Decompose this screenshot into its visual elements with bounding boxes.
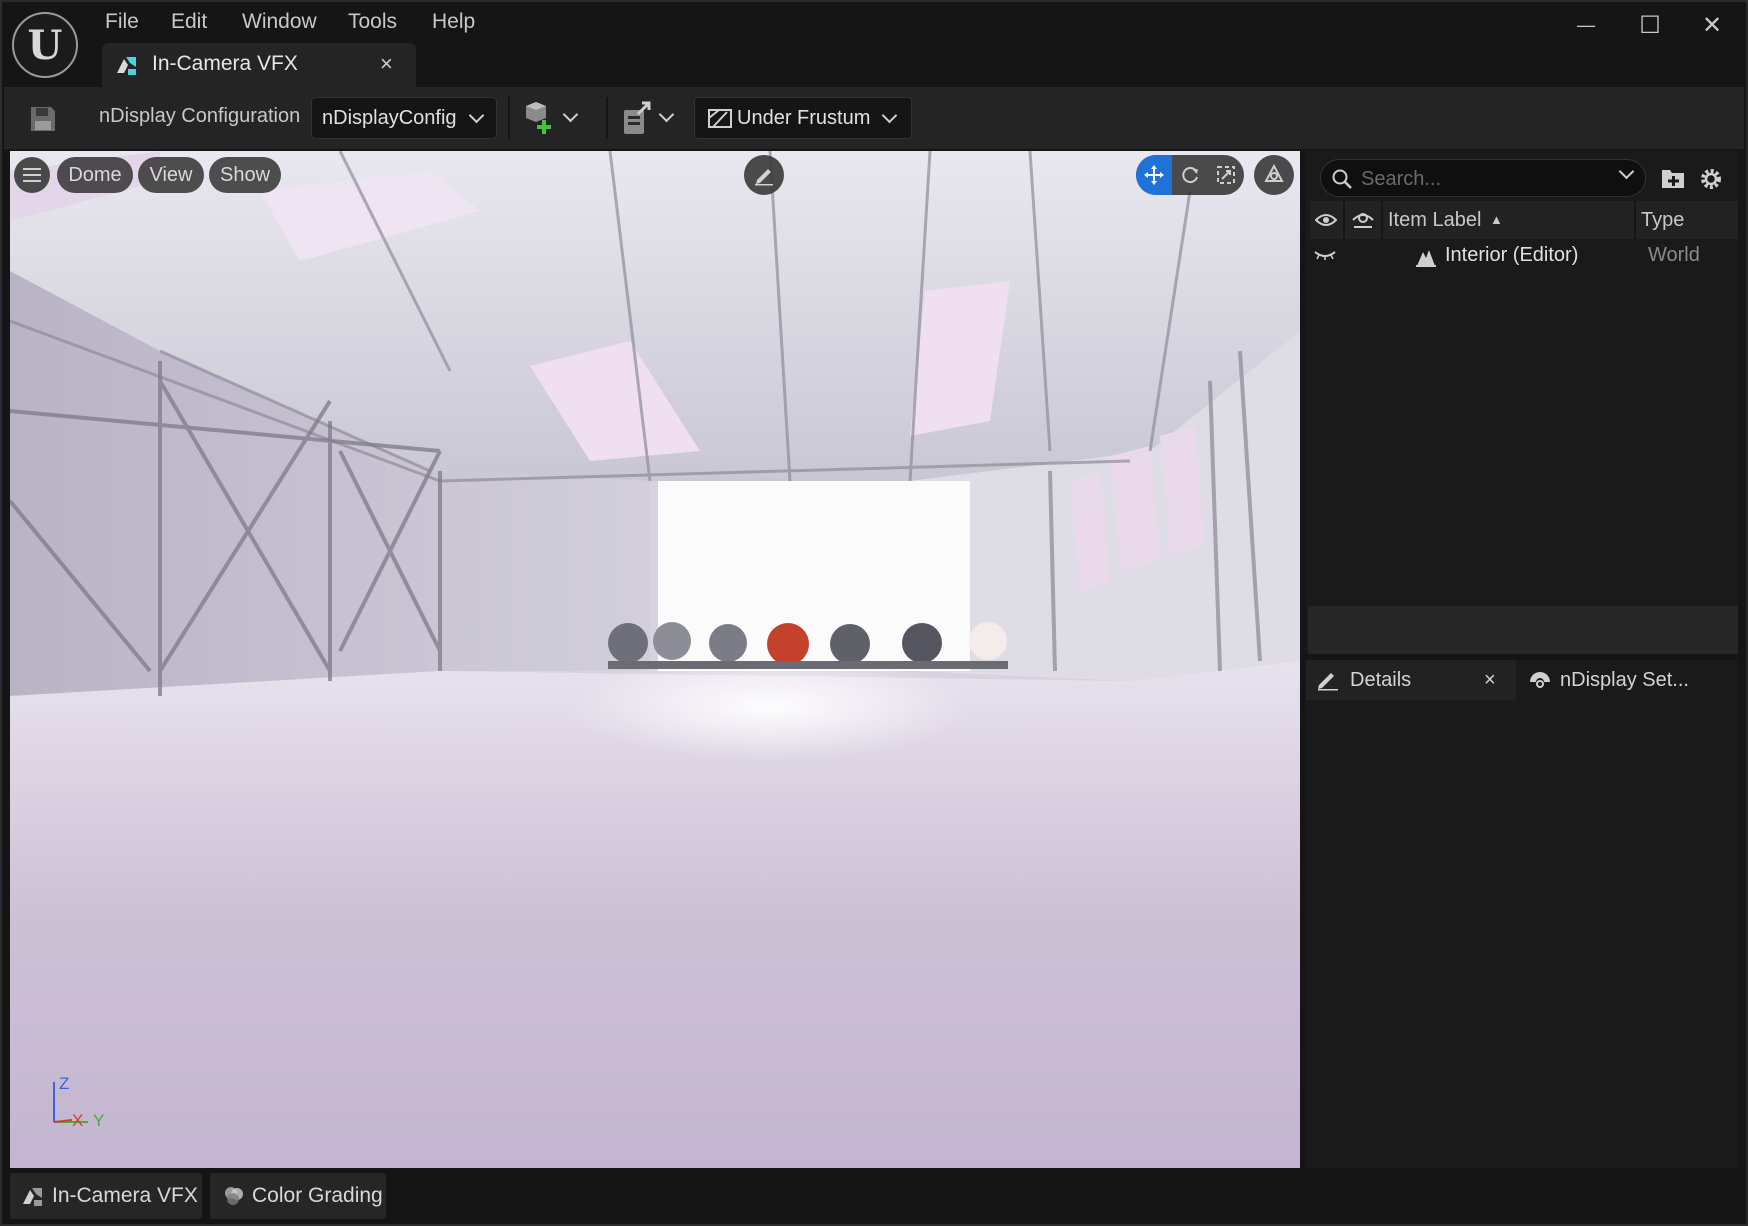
column-item-label[interactable]: Item Label [1388,201,1481,239]
viewport-scene-render [10,151,1300,1168]
hidden-eye-icon[interactable] [1314,250,1336,260]
toolbar-separator [508,97,510,139]
frustum-dropdown-value: Under Frustum [737,106,871,129]
config-dropdown[interactable]: nDisplayConfig [311,97,497,139]
column-type[interactable]: Type [1641,201,1684,239]
config-label: nDisplay Configuration [99,105,301,127]
camera-speed-button[interactable] [1254,155,1294,195]
outliner-status-bar [1308,606,1738,654]
viewport-options-button[interactable] [14,157,50,193]
document-tab-label: In-Camera VFX [152,52,298,75]
close-details-tab[interactable]: × [1484,660,1496,700]
ndisplay-asset-icon [23,1188,42,1206]
chevron-down-icon [468,107,484,123]
outliner-search[interactable] [1320,159,1646,197]
view-frustum-icon [708,109,732,128]
menu-window[interactable]: Window [242,10,317,36]
minimize-icon: — [1577,14,1595,35]
frustum-dropdown[interactable]: Under Frustum [694,97,912,139]
pencil-icon [755,169,773,186]
unreal-logo[interactable]: U [12,12,78,78]
scale-icon [1217,166,1235,184]
chevron-down-icon [658,106,675,123]
ndisplay-settings-icon [1530,672,1550,688]
color-grading-icon [225,1187,243,1205]
bottom-tab-in-camera-vfx[interactable]: In-Camera VFX [10,1173,202,1219]
translate-mode-button[interactable] [1136,155,1172,195]
close-window-button[interactable]: ✕ [1692,10,1732,40]
close-icon: ✕ [1701,11,1723,39]
save-icon[interactable] [28,104,58,134]
axis-y-label: Y [93,1111,105,1130]
scale-mode-button[interactable] [1208,155,1244,195]
transform-mode-group [1136,155,1244,195]
column-divider [1343,201,1345,239]
column-divider [1634,201,1636,239]
details-tab[interactable]: Details [1316,660,1411,700]
axis-x-label: X [72,1111,84,1130]
maximize-icon: ☐ [1639,11,1661,39]
chevron-down-icon [882,107,898,123]
export-icon [624,101,651,134]
chevron-down-icon [562,106,579,123]
details-panel [1306,660,1738,1168]
visibility-eye-icon[interactable] [1315,212,1337,228]
menu-file[interactable]: File [105,10,139,36]
column-divider [1381,201,1383,239]
level-viewport[interactable] [10,151,1300,1168]
bottom-tab-color-grading[interactable]: Color Grading [210,1173,386,1219]
hamburger-icon [23,168,41,182]
settings-gear-icon[interactable] [1698,166,1724,192]
bottom-tab-label: In-Camera VFX [52,1184,198,1207]
maximize-button[interactable]: ☐ [1630,10,1670,40]
add-component-button[interactable] [522,100,588,138]
outliner-row-label: Interior (Editor) [1445,244,1579,266]
menu-edit[interactable]: Edit [171,10,207,36]
move-icon [1144,165,1164,185]
toolbar-separator [606,97,608,139]
export-button[interactable] [620,100,682,138]
world-icon [1416,250,1436,267]
add-actor-icon [526,102,551,134]
search-icon [1332,169,1352,189]
draw-mode-button[interactable] [744,155,784,195]
pin-eye-icon[interactable] [1351,208,1375,230]
chevron-down-icon[interactable] [1618,163,1635,180]
rotate-icon [1182,167,1198,184]
config-dropdown-value: nDisplayConfig [322,106,457,129]
outliner-row-type: World [1648,244,1700,266]
ndisplay-asset-icon [117,57,136,75]
ndisplay-settings-tab[interactable]: nDisplay Set... [1528,660,1689,700]
menu-tools[interactable]: Tools [348,10,397,36]
ndisplay-settings-tab-label: nDisplay Set... [1560,668,1689,691]
add-folder-icon[interactable] [1660,166,1686,190]
viewport-dome-button[interactable]: Dome [57,157,133,193]
details-pencil-icon [1318,673,1338,691]
document-tab[interactable]: In-Camera VFX × [102,43,416,87]
search-input[interactable] [1359,166,1603,192]
sort-ascending-icon: ▲ [1490,212,1503,227]
viewport-view-button[interactable]: View [138,157,204,193]
close-tab-icon[interactable]: × [380,51,393,77]
details-tab-label: Details [1350,668,1412,691]
axis-z-label: Z [59,1074,70,1093]
bottom-tab-label: Color Grading [252,1184,383,1207]
rotate-mode-button[interactable] [1172,155,1208,195]
menu-help[interactable]: Help [432,10,475,36]
viewport-show-button[interactable]: Show [209,157,281,193]
minimize-button[interactable]: — [1566,10,1606,40]
surface-snap-icon [1264,164,1284,182]
